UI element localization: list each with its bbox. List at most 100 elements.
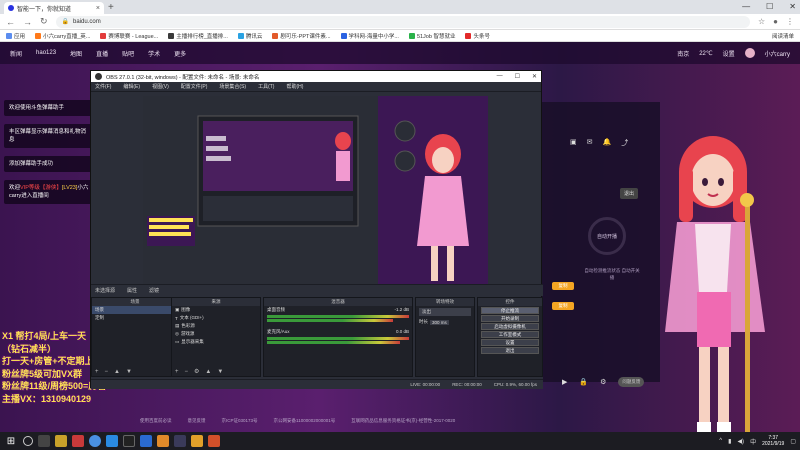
source-item[interactable]: ▭ 显示器采集 [172,338,260,346]
chrome-icon[interactable] [89,435,101,447]
windows-start-icon[interactable]: ⊞ [4,436,18,447]
menu-scene-collection[interactable]: 场景集合(S) [219,83,246,90]
nav-link[interactable]: 学术 [148,49,160,58]
settings-link[interactable]: 设置 [723,49,735,58]
down-icon[interactable]: ▼ [217,369,223,375]
footer-link[interactable]: 使用百度前必读 [140,418,172,424]
scene-item[interactable]: 场景 [92,306,178,314]
lock-icon[interactable]: 🔒 [579,378,588,386]
bell-icon[interactable]: 🔔 [603,138,612,148]
maximize-icon[interactable]: ☐ [766,2,773,11]
copy-button[interactable]: 复制 [552,302,574,310]
reload-icon[interactable]: ↻ [40,16,48,27]
task-view-icon[interactable] [38,435,50,447]
start-recording-button[interactable]: 开始录制 [481,315,539,322]
add-icon[interactable]: + [175,369,179,375]
back-icon[interactable]: ← [6,17,15,27]
stop-streaming-button[interactable]: 停止推流 [481,307,539,314]
minimize-icon[interactable]: — [742,2,750,11]
play-icon[interactable]: ▶ [562,378,567,386]
settings-button[interactable]: 设置 [481,339,539,346]
bookmark-item[interactable]: 赛博联赛 - League... [100,32,158,40]
footer-link[interactable]: 京公网安备11000002000001号 [274,418,336,424]
app-icon[interactable] [157,435,169,447]
close-tab-icon[interactable]: × [96,5,100,12]
bookmark-item[interactable]: 51Job 智慧就业 [408,32,455,40]
menu-file[interactable]: 文件(F) [95,83,111,90]
volume-icon[interactable]: ◀) [737,438,744,445]
bookmark-item[interactable]: 学科网-海量中小学... [340,32,399,40]
menu-view[interactable]: 视图(V) [152,83,169,90]
language-indicator[interactable]: 中 [750,437,756,446]
bookmark-item[interactable]: 剧可乐-PPT课件素... [272,32,331,40]
nav-link[interactable]: 更多 [174,49,186,58]
forward-icon[interactable]: → [23,17,32,27]
add-icon[interactable]: + [95,369,99,375]
network-icon[interactable]: ▮ [728,438,731,445]
gift-icon[interactable]: ▣ [570,138,577,148]
remove-icon[interactable]: − [105,369,109,375]
remove-icon[interactable]: − [185,369,189,375]
browser-tab[interactable]: 智能一下，你就知道 × [4,2,104,14]
menu-edit[interactable]: 编辑(E) [123,83,140,90]
virtual-camera-button[interactable]: 启动虚拟摄像机 [481,323,539,330]
studio-mode-button[interactable]: 工作室模式 [481,331,539,338]
notification-icon[interactable]: ▢ [790,438,796,445]
nav-link[interactable]: 直播 [96,49,108,58]
footer-link[interactable]: 互联网药品信息服务资格证书(京)-经营性-2017-0020 [351,418,455,424]
exit-button[interactable]: 退出 [620,188,639,199]
file-explorer-icon[interactable] [55,435,67,447]
bookmark-item[interactable]: 腾讯云 [237,32,262,40]
footer-link[interactable]: 京ICP证030173号 [222,418,258,424]
menu-tools[interactable]: 工具(T) [258,83,274,90]
auto-start-toggle[interactable]: 自动开播 [588,217,626,255]
clock[interactable]: 7:37 2021/9/19 [762,435,784,447]
filters-button[interactable]: 滤镜 [149,287,159,294]
feedback-input[interactable]: 问题反馈 [618,377,645,387]
copy-button[interactable]: 复制 [552,282,574,290]
source-item[interactable]: T 文本 (GDI+) [172,314,260,322]
scene-item[interactable]: 定制 [92,314,178,322]
gear-icon[interactable]: ⚙ [194,368,199,375]
maximize-icon[interactable]: ☐ [515,73,520,80]
transition-select[interactable]: 淡出 [419,308,471,316]
app-icon[interactable] [72,435,84,447]
steam-icon[interactable] [174,435,186,447]
app-icon[interactable] [191,435,203,447]
share-icon[interactable]: ⤴ [621,138,628,148]
obs-icon[interactable] [123,435,135,447]
bookmark-item[interactable]: 主播排行榜_直播排... [168,32,228,40]
properties-button[interactable]: 属性 [127,287,137,294]
tray-arrow-icon[interactable]: ^ [719,438,722,444]
nav-link[interactable]: 新闻 [10,49,22,58]
search-icon[interactable] [23,436,33,446]
minimize-icon[interactable]: — [497,73,503,80]
close-window-icon[interactable]: ✕ [532,73,537,80]
bookmark-item[interactable]: 头条号 [465,32,490,40]
star-icon[interactable]: ☆ [758,17,765,26]
footer-link[interactable]: 意见反馈 [188,418,206,424]
menu-icon[interactable]: ⋮ [786,17,794,26]
volume-slider[interactable] [267,341,401,344]
nav-link[interactable]: 贴吧 [122,49,134,58]
up-icon[interactable]: ▲ [114,369,120,375]
source-item[interactable]: ▤ 色彩源 [172,322,260,330]
close-window-icon[interactable]: ✕ [789,2,796,11]
profile-icon[interactable]: ● [773,17,778,26]
obs-preview[interactable] [143,96,488,284]
menu-help[interactable]: 帮助(H) [286,83,303,90]
reading-list[interactable]: 阅读清单 [772,32,794,40]
exit-button[interactable]: 退出 [481,347,539,354]
bookmark-item[interactable]: 小六carry直播_英... [35,32,90,40]
new-tab-button[interactable]: + [108,2,114,13]
source-item[interactable]: ◎ 游戏源 [172,330,260,338]
menu-profile[interactable]: 配置文件(P) [181,83,208,90]
volume-slider[interactable] [267,319,393,322]
down-icon[interactable]: ▼ [126,369,132,375]
up-icon[interactable]: ▲ [205,369,211,375]
app-icon[interactable] [208,435,220,447]
source-item[interactable]: ▣ 图像 [172,306,260,314]
nav-link[interactable]: hao123 [36,50,56,56]
bookmark-item[interactable]: 应用 [6,32,25,40]
username[interactable]: 小六carry [765,49,790,58]
